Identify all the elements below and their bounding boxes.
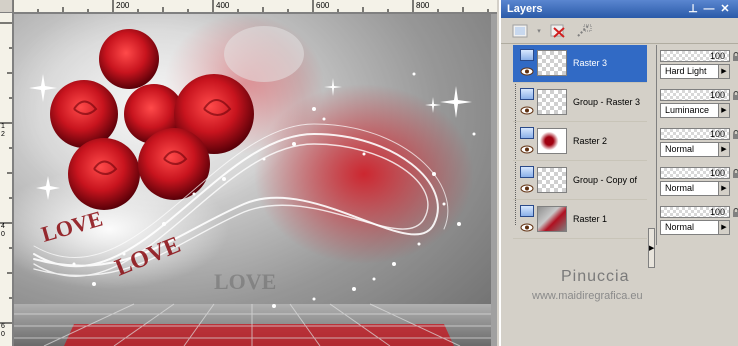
layer-name[interactable]: Group - Raster 3 (573, 97, 640, 107)
opacity-slider[interactable]: 100 (660, 89, 730, 101)
opacity-value: 100 (709, 90, 725, 100)
eye-icon[interactable] (520, 106, 534, 115)
blend-mode-select[interactable]: Normal ▶ (660, 220, 730, 235)
love-text-3: LOVE (214, 269, 276, 294)
layer-name[interactable]: Group - Copy of (573, 175, 637, 185)
checker-floor (14, 303, 491, 346)
layer-props-raster-1: 100 Normal ▶ (660, 206, 738, 242)
raster-layer-icon (520, 127, 534, 139)
canvas-scrollbar[interactable] (491, 14, 497, 346)
layer-name[interactable]: Raster 3 (573, 58, 607, 68)
watermark-url: www.maidiregrafica.eu (532, 290, 643, 302)
blend-mode-select[interactable]: Hard Light ▶ (660, 64, 730, 79)
raster-layer-icon (520, 205, 534, 217)
ruler-corner (0, 0, 13, 13)
dropdown-arrow-icon[interactable]: ▶ (718, 104, 729, 117)
layer-name[interactable]: Raster 2 (573, 136, 607, 146)
ruler-label: 1 (1, 123, 5, 130)
blend-mode-value: Luminance (665, 105, 710, 115)
blend-mode-select[interactable]: Normal ▶ (660, 181, 730, 196)
blend-mode-value: Normal (665, 183, 695, 193)
layer-row-raster-3[interactable]: Raster 3 (513, 45, 647, 83)
blend-mode-select[interactable]: Luminance ▶ (660, 103, 730, 118)
layer-list: Raster 3 Group - Raster 3 Raster 2 Group… (513, 45, 647, 239)
layers-palette: Layers ⊥ — ✕ ▾ Raster 3 Group - Raster 3 (499, 0, 738, 346)
eye-icon[interactable] (520, 223, 534, 232)
artwork-image[interactable]: LOVE LOVE LOVE (14, 14, 491, 346)
ruler-label: 6 (1, 323, 5, 330)
opacity-value: 100 (709, 51, 725, 61)
horizontal-ruler: 200 400 600 800 (13, 0, 497, 13)
eye-icon[interactable] (520, 145, 534, 154)
layer-dropdown-arrow[interactable]: ▾ (535, 21, 543, 41)
layer-props-group-copy-of: 100 Normal ▶ (660, 167, 738, 203)
raster-layer-icon (520, 49, 534, 61)
minimize-icon[interactable]: — (702, 2, 716, 16)
ruler-label: 800 (416, 1, 430, 10)
dropdown-arrow-icon[interactable]: ▶ (718, 182, 729, 195)
opacity-slider[interactable]: 100 (660, 167, 730, 179)
opacity-value: 100 (709, 129, 725, 139)
layer-thumbnail[interactable] (537, 89, 567, 115)
ruler-label: 4 (1, 223, 5, 230)
layer-props-raster-2: 100 Normal ▶ (660, 128, 738, 164)
opacity-value: 100 (709, 168, 725, 178)
ruler-label: 600 (316, 1, 330, 10)
layer-thumbnail[interactable] (537, 167, 567, 193)
mask-tool-button[interactable] (573, 21, 595, 41)
layer-props-group-raster-3: 100 Luminance ▶ (660, 89, 738, 125)
panel-titlebar[interactable]: Layers ⊥ — ✕ (501, 0, 738, 18)
layer-row-raster-1[interactable]: Raster 1 (513, 201, 647, 239)
layer-properties-column: 100 Hard Light ▶ 100 Luminance ▶ 100 Norma… (656, 45, 738, 245)
opacity-value: 100 (709, 207, 725, 217)
layer-thumbnail[interactable] (537, 128, 567, 154)
lock-icon[interactable] (732, 169, 738, 179)
blend-mode-select[interactable]: Normal ▶ (660, 142, 730, 157)
opacity-slider[interactable]: 100 (660, 206, 730, 218)
group-layer-icon (520, 88, 534, 100)
ruler-label: 0 (1, 231, 5, 238)
layer-thumbnail[interactable] (537, 206, 567, 232)
pin-icon[interactable]: ⊥ (686, 2, 700, 16)
ruler-label: 0 (1, 331, 5, 338)
watermark-name: Pinuccia (561, 268, 630, 285)
blend-mode-value: Normal (665, 222, 695, 232)
vertical-ruler: 1 2 4 0 6 0 (0, 13, 13, 346)
lock-icon[interactable] (732, 130, 738, 140)
layers-toolbar: ▾ (501, 18, 738, 44)
dropdown-arrow-icon[interactable]: ▶ (718, 143, 729, 156)
opacity-slider[interactable]: 100 (660, 128, 730, 140)
layer-props-raster-3: 100 Hard Light ▶ (660, 50, 738, 86)
blend-mode-value: Normal (665, 144, 695, 154)
lock-icon[interactable] (732, 52, 738, 62)
delete-layer-button[interactable] (547, 21, 569, 41)
eye-icon[interactable] (520, 67, 534, 76)
group-layer-icon (520, 166, 534, 178)
image-canvas-area[interactable]: 200 400 600 800 1 2 4 0 6 0 LOVE LOVE LO… (0, 0, 497, 346)
layer-thumbnail[interactable] (537, 50, 567, 76)
panel-title: Layers (507, 3, 543, 15)
layer-row-raster-2[interactable]: Raster 2 (513, 123, 647, 161)
lock-icon[interactable] (732, 208, 738, 218)
ruler-label: 2 (1, 131, 5, 138)
ruler-label: 400 (216, 1, 230, 10)
lock-icon[interactable] (732, 91, 738, 101)
dropdown-arrow-icon[interactable]: ▶ (718, 221, 729, 234)
layer-row-group-raster-3[interactable]: Group - Raster 3 (513, 84, 647, 122)
close-icon[interactable]: ✕ (718, 2, 732, 16)
ruler-label: 200 (116, 1, 130, 10)
layer-name[interactable]: Raster 1 (573, 214, 607, 224)
dropdown-arrow-icon[interactable]: ▶ (718, 65, 729, 78)
eye-icon[interactable] (520, 184, 534, 193)
opacity-slider[interactable]: 100 (660, 50, 730, 62)
layer-row-group-copy-of[interactable]: Group - Copy of (513, 162, 647, 200)
expand-arrow-icon[interactable]: ▶ (648, 228, 655, 268)
new-layer-button[interactable] (509, 21, 531, 41)
blend-mode-value: Hard Light (665, 66, 707, 76)
